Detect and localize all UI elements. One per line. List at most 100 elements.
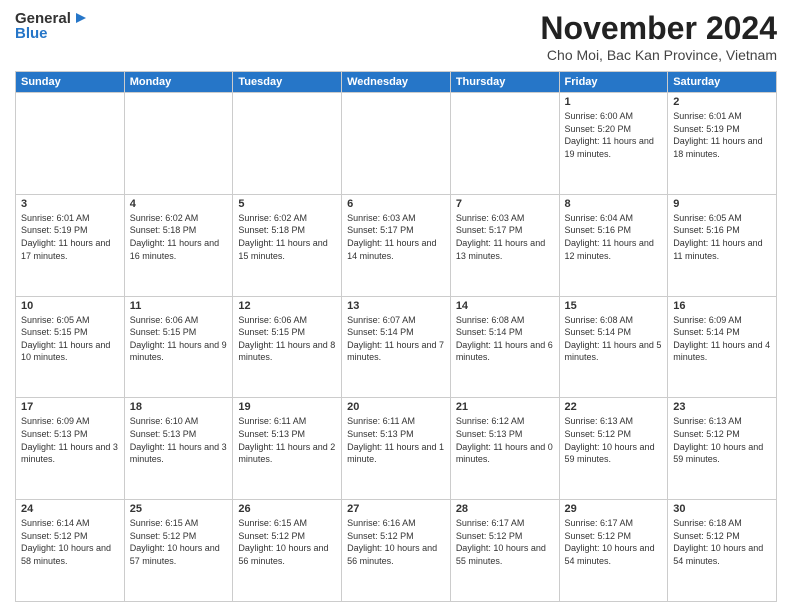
day-number: 25 [130, 503, 228, 515]
day-info-line: Sunrise: 6:02 AM [238, 212, 336, 225]
day-number: 3 [21, 198, 119, 210]
day-info-line: Sunrise: 6:11 AM [238, 415, 336, 428]
day-info-line: Daylight: 11 hours and 13 minutes. [456, 237, 554, 262]
day-number: 30 [673, 503, 771, 515]
header: General Blue November 2024 Cho Moi, Bac … [15, 10, 777, 63]
day-info-line: Daylight: 11 hours and 1 minute. [347, 441, 445, 466]
day-info-line: Daylight: 10 hours and 54 minutes. [673, 542, 771, 567]
logo-blue: Blue [15, 25, 86, 43]
day-info-line: Daylight: 10 hours and 56 minutes. [238, 542, 336, 567]
calendar-cell [233, 93, 342, 195]
day-info-line: Sunset: 5:14 PM [673, 326, 771, 339]
day-number: 18 [130, 401, 228, 413]
day-info-line: Daylight: 10 hours and 55 minutes. [456, 542, 554, 567]
calendar-cell: 4Sunrise: 6:02 AMSunset: 5:18 PMDaylight… [124, 194, 233, 296]
day-info-line: Sunrise: 6:09 AM [21, 415, 119, 428]
day-info-line: Sunrise: 6:14 AM [21, 517, 119, 530]
day-number: 1 [565, 96, 663, 108]
day-info-line: Daylight: 11 hours and 0 minutes. [456, 441, 554, 466]
day-info-line: Sunrise: 6:15 AM [130, 517, 228, 530]
day-info-line: Sunset: 5:15 PM [21, 326, 119, 339]
calendar-header-row: SundayMondayTuesdayWednesdayThursdayFrid… [16, 72, 777, 93]
location: Cho Moi, Bac Kan Province, Vietnam [540, 47, 777, 63]
calendar-cell: 11Sunrise: 6:06 AMSunset: 5:15 PMDayligh… [124, 296, 233, 398]
calendar-cell [16, 93, 125, 195]
day-number: 11 [130, 300, 228, 312]
day-info-line: Sunset: 5:16 PM [565, 224, 663, 237]
day-info-line: Sunrise: 6:02 AM [130, 212, 228, 225]
calendar-cell: 23Sunrise: 6:13 AMSunset: 5:12 PMDayligh… [668, 398, 777, 500]
day-info-line: Sunrise: 6:12 AM [456, 415, 554, 428]
day-number: 26 [238, 503, 336, 515]
day-number: 13 [347, 300, 445, 312]
day-info-line: Daylight: 11 hours and 5 minutes. [565, 339, 663, 364]
day-info-line: Sunset: 5:12 PM [130, 530, 228, 543]
day-number: 27 [347, 503, 445, 515]
day-info-line: Sunrise: 6:11 AM [347, 415, 445, 428]
day-number: 8 [565, 198, 663, 210]
day-number: 6 [347, 198, 445, 210]
day-info-line: Sunrise: 6:17 AM [565, 517, 663, 530]
day-number: 23 [673, 401, 771, 413]
day-info-line: Sunset: 5:12 PM [347, 530, 445, 543]
day-info-line: Sunrise: 6:05 AM [673, 212, 771, 225]
day-info-line: Sunrise: 6:01 AM [673, 110, 771, 123]
day-info-line: Sunset: 5:15 PM [238, 326, 336, 339]
calendar-header-saturday: Saturday [668, 72, 777, 93]
day-info-line: Sunset: 5:12 PM [21, 530, 119, 543]
calendar-cell: 19Sunrise: 6:11 AMSunset: 5:13 PMDayligh… [233, 398, 342, 500]
day-info-line: Daylight: 11 hours and 19 minutes. [565, 135, 663, 160]
day-number: 20 [347, 401, 445, 413]
calendar-cell: 28Sunrise: 6:17 AMSunset: 5:12 PMDayligh… [450, 500, 559, 602]
day-info-line: Sunset: 5:20 PM [565, 123, 663, 136]
day-info-line: Sunrise: 6:08 AM [565, 314, 663, 327]
calendar-header-monday: Monday [124, 72, 233, 93]
day-info-line: Daylight: 11 hours and 9 minutes. [130, 339, 228, 364]
day-info-line: Daylight: 10 hours and 58 minutes. [21, 542, 119, 567]
day-info-line: Daylight: 11 hours and 6 minutes. [456, 339, 554, 364]
day-info-line: Sunset: 5:14 PM [347, 326, 445, 339]
calendar-week-row: 10Sunrise: 6:05 AMSunset: 5:15 PMDayligh… [16, 296, 777, 398]
day-info-line: Daylight: 10 hours and 57 minutes. [130, 542, 228, 567]
day-info-line: Sunset: 5:19 PM [673, 123, 771, 136]
day-info-line: Daylight: 11 hours and 15 minutes. [238, 237, 336, 262]
calendar-cell: 5Sunrise: 6:02 AMSunset: 5:18 PMDaylight… [233, 194, 342, 296]
day-number: 24 [21, 503, 119, 515]
day-number: 21 [456, 401, 554, 413]
calendar-cell: 18Sunrise: 6:10 AMSunset: 5:13 PMDayligh… [124, 398, 233, 500]
calendar-cell: 29Sunrise: 6:17 AMSunset: 5:12 PMDayligh… [559, 500, 668, 602]
day-info-line: Daylight: 10 hours and 59 minutes. [565, 441, 663, 466]
day-info-line: Sunrise: 6:13 AM [565, 415, 663, 428]
calendar-week-row: 17Sunrise: 6:09 AMSunset: 5:13 PMDayligh… [16, 398, 777, 500]
day-info-line: Daylight: 11 hours and 18 minutes. [673, 135, 771, 160]
calendar-cell: 16Sunrise: 6:09 AMSunset: 5:14 PMDayligh… [668, 296, 777, 398]
day-number: 22 [565, 401, 663, 413]
day-info-line: Daylight: 11 hours and 2 minutes. [238, 441, 336, 466]
day-info-line: Sunrise: 6:00 AM [565, 110, 663, 123]
day-number: 4 [130, 198, 228, 210]
day-info-line: Sunrise: 6:16 AM [347, 517, 445, 530]
day-info-line: Daylight: 11 hours and 14 minutes. [347, 237, 445, 262]
day-number: 14 [456, 300, 554, 312]
day-info-line: Sunset: 5:12 PM [565, 530, 663, 543]
calendar-cell: 10Sunrise: 6:05 AMSunset: 5:15 PMDayligh… [16, 296, 125, 398]
day-number: 2 [673, 96, 771, 108]
day-info-line: Sunset: 5:13 PM [456, 428, 554, 441]
day-info-line: Daylight: 10 hours and 59 minutes. [673, 441, 771, 466]
calendar-cell: 22Sunrise: 6:13 AMSunset: 5:12 PMDayligh… [559, 398, 668, 500]
day-info-line: Sunset: 5:13 PM [347, 428, 445, 441]
calendar-cell: 1 Sunrise: 6:00 AMSunset: 5:20 PMDaylight… [559, 93, 668, 195]
calendar-header-wednesday: Wednesday [342, 72, 451, 93]
calendar-week-row: 1Sunrise: 6:00 AMSunset: 5:20 PMDaylight… [16, 93, 777, 195]
day-info-line: Sunrise: 6:03 AM [347, 212, 445, 225]
day-info-line: Sunrise: 6:08 AM [456, 314, 554, 327]
calendar-cell: 21 Sunrise: 6:12 AMSunset: 5:13 PMDayligh… [450, 398, 559, 500]
page: General Blue November 2024 Cho Moi, Bac … [0, 0, 792, 612]
day-info-line: Sunset: 5:13 PM [130, 428, 228, 441]
day-info-line: Sunset: 5:17 PM [347, 224, 445, 237]
calendar-cell: 2 Sunrise: 6:01 AMSunset: 5:19 PMDaylight… [668, 93, 777, 195]
day-number: 9 [673, 198, 771, 210]
day-info-line: Daylight: 11 hours and 3 minutes. [130, 441, 228, 466]
calendar-cell [124, 93, 233, 195]
day-info-line: Sunrise: 6:15 AM [238, 517, 336, 530]
